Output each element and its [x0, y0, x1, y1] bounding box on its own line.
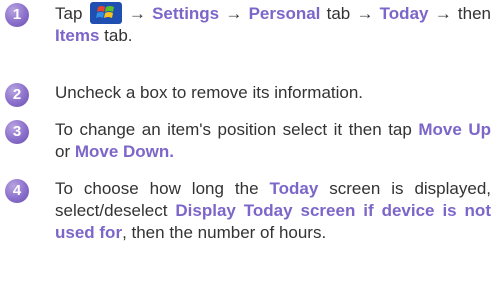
text-fragment: → then [428, 4, 491, 23]
step-text: To choose how long the Today screen is d… [55, 178, 491, 244]
text-fragment: tab → [320, 4, 380, 23]
step-number-badge: 3 [5, 120, 29, 144]
move-up-keyword: Move Up [418, 120, 492, 139]
text-fragment: Uncheck a box to remove its information. [55, 83, 364, 102]
text-fragment: , then the number of hours. [122, 223, 327, 242]
step-number-badge: 1 [5, 3, 29, 27]
settings-keyword: Settings [152, 4, 220, 23]
text-fragment: To change an item's position select it t… [55, 120, 419, 139]
step-text: Tap → Settings → Personal tab → Today → … [55, 2, 491, 47]
step-text: To change an item's position select it t… [55, 119, 491, 163]
items-keyword: Items [55, 26, 100, 45]
step-text: Uncheck a box to remove its information. [55, 82, 491, 104]
text-fragment: or [55, 142, 75, 161]
step-number-badge: 4 [5, 179, 29, 203]
today-keyword: Today [269, 179, 319, 198]
text-fragment: Tap [55, 4, 83, 23]
text-fragment: → [219, 4, 249, 23]
text-fragment: To choose how long the [55, 179, 270, 198]
move-down-keyword: Move Down. [74, 142, 175, 161]
text-fragment: tab. [99, 26, 133, 45]
personal-keyword: Personal [248, 4, 321, 23]
today-keyword: Today [379, 4, 429, 23]
step-number-badge: 2 [5, 83, 29, 107]
instruction-page: 1 Tap → Settings → Personal tab → Today … [0, 0, 493, 286]
text-fragment: → [122, 4, 153, 23]
windows-start-icon [89, 2, 122, 24]
